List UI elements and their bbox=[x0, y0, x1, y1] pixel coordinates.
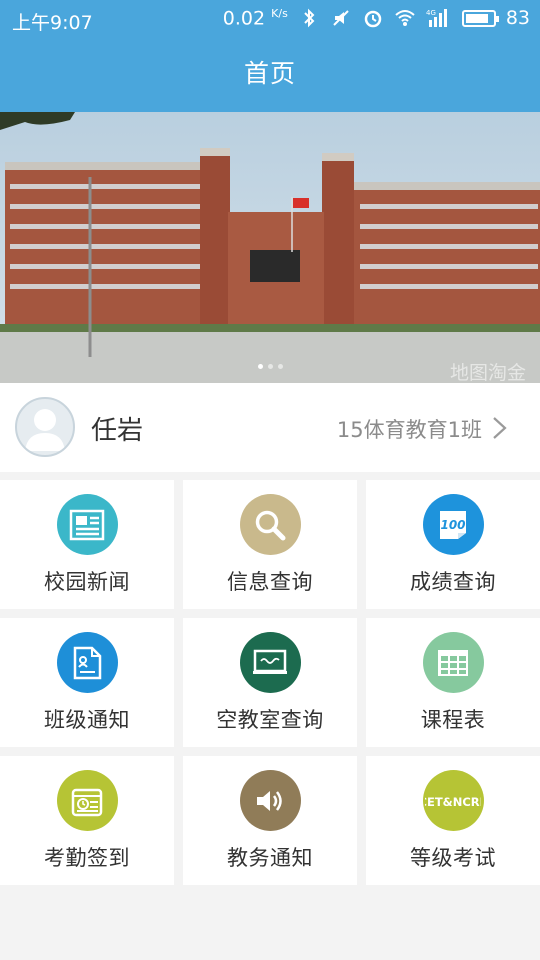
svg-text:100: 100 bbox=[440, 518, 465, 532]
status-time: 上午9:07 bbox=[12, 12, 93, 34]
network-type: 4G bbox=[426, 9, 436, 17]
carousel-dot[interactable] bbox=[258, 364, 263, 369]
net-speed-value: 0.02 bbox=[222, 7, 266, 30]
icon-circle bbox=[239, 632, 301, 693]
menu-item-timetable[interactable]: 课程表 bbox=[366, 618, 540, 747]
carousel-dot[interactable] bbox=[268, 364, 273, 369]
battery-fill bbox=[465, 13, 488, 23]
carousel-dot[interactable] bbox=[278, 364, 283, 369]
nav-bar: 首页 bbox=[0, 38, 540, 112]
timetable-icon bbox=[438, 649, 468, 676]
icon-circle bbox=[422, 632, 484, 693]
blackboard-icon bbox=[253, 649, 287, 674]
icon-circle bbox=[56, 770, 118, 831]
icon-circle: 100 bbox=[422, 494, 484, 555]
menu-item-label: 空教室查询 bbox=[216, 708, 324, 732]
menu-item-label: 校园新闻 bbox=[44, 570, 130, 594]
class-name: 15体育教育1班 bbox=[336, 418, 482, 442]
mute-icon bbox=[333, 10, 349, 26]
icon-circle bbox=[239, 494, 301, 555]
signal-icon: 4G bbox=[426, 9, 447, 28]
menu-item-academic-notice[interactable]: 教务通知 bbox=[183, 756, 357, 885]
menu-item-level-exam[interactable]: CET&NCRE 等级考试 bbox=[366, 756, 540, 885]
net-speed-unit: K/s bbox=[271, 7, 288, 20]
menu-item-attendance[interactable]: 考勤签到 bbox=[0, 756, 174, 885]
search-icon bbox=[255, 510, 286, 540]
notice-document-icon bbox=[73, 646, 102, 679]
carousel-indicator bbox=[258, 364, 283, 369]
profile-row[interactable]: 任岩 15体育教育1班 bbox=[0, 383, 540, 472]
menu-item-empty-classroom[interactable]: 空教室查询 bbox=[183, 618, 357, 747]
menu-item-label: 成绩查询 bbox=[410, 570, 496, 594]
battery-percent: 83 bbox=[505, 7, 530, 30]
icon-circle: CET&NCRE bbox=[422, 770, 484, 831]
checkin-icon bbox=[71, 788, 103, 816]
icon-circle bbox=[56, 632, 118, 693]
score-icon: 100 bbox=[440, 510, 466, 539]
user-name: 任岩 bbox=[91, 416, 144, 446]
menu-item-label: 班级通知 bbox=[44, 708, 130, 732]
bluetooth-icon bbox=[304, 8, 315, 28]
speaker-icon bbox=[257, 790, 282, 811]
chevron-right-icon[interactable] bbox=[488, 415, 510, 441]
menu-item-score-query[interactable]: 100 成绩查询 bbox=[366, 480, 540, 609]
page-title: 首页 bbox=[243, 59, 296, 88]
battery-icon bbox=[461, 9, 499, 27]
cet-ncre-badge-text: CET&NCRE bbox=[425, 795, 481, 809]
menu-item-label: 等级考试 bbox=[410, 846, 496, 870]
menu-item-label: 考勤签到 bbox=[44, 846, 130, 870]
banner-carousel[interactable]: 地图淘金 bbox=[0, 112, 540, 383]
avatar[interactable] bbox=[15, 397, 75, 457]
user-avatar-icon bbox=[25, 409, 65, 451]
menu-item-label: 教务通知 bbox=[227, 846, 313, 870]
menu-item-campus-news[interactable]: 校园新闻 bbox=[0, 480, 174, 609]
status-bar: 上午9:07 0.02 K/s 4G 83 bbox=[0, 0, 540, 38]
menu-item-info-query[interactable]: 信息查询 bbox=[183, 480, 357, 609]
icon-circle bbox=[239, 770, 301, 831]
menu-item-label: 信息查询 bbox=[227, 570, 313, 594]
wifi-icon bbox=[395, 10, 415, 27]
alarm-icon bbox=[364, 10, 382, 28]
menu-item-label: 课程表 bbox=[420, 708, 486, 732]
net-speed: 0.02 K/s bbox=[223, 7, 288, 29]
icon-circle bbox=[56, 494, 118, 555]
news-icon bbox=[69, 509, 105, 540]
status-right: 0.02 K/s 4G 83 bbox=[223, 7, 530, 29]
cet-ncre-icon: CET&NCRE bbox=[425, 795, 481, 809]
banner-watermark: 地图淘金 bbox=[449, 362, 526, 383]
banner-image bbox=[0, 112, 540, 383]
menu-item-class-notice[interactable]: 班级通知 bbox=[0, 618, 174, 747]
